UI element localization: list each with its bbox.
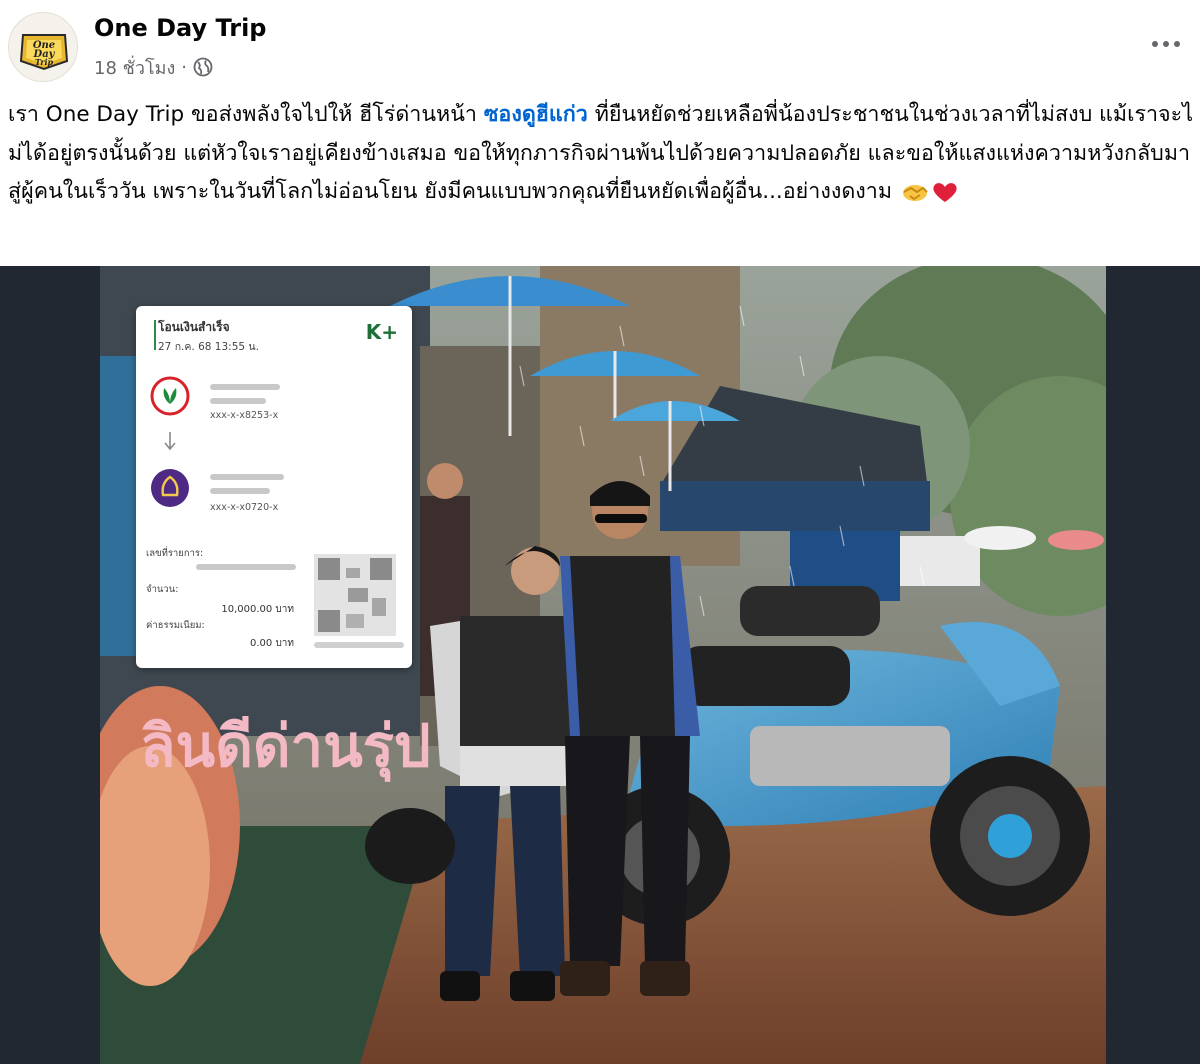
- more-options-button[interactable]: [1144, 26, 1188, 62]
- qr-code-blurred-icon: [314, 554, 396, 636]
- slip-amount: 10,000.00 บาท: [221, 604, 294, 615]
- slip-fee: 0.00 บาท: [250, 638, 294, 649]
- mention-link[interactable]: ซองดูฮีแก่ว: [484, 102, 588, 127]
- post-caption: เรา One Day Trip ขอส่งพลังใจไปให้ ฮีโร่ด…: [8, 96, 1194, 212]
- post-timestamp[interactable]: 18 ชั่วโมง: [94, 53, 175, 82]
- slip-accent-line: [154, 320, 156, 350]
- kplus-logo: K+: [365, 320, 398, 344]
- transfer-slip: โอนเงินสำเร็จ 27 ก.ค. 68 13:55 น. K+ xxx…: [136, 306, 412, 668]
- page-name[interactable]: One Day Trip: [94, 14, 266, 42]
- svg-text:ลินดีด่านรุ่ป: ลินดีด่านรุ่ป: [140, 712, 431, 783]
- svg-text:Trip: Trip: [35, 57, 54, 67]
- receiver-name-blurred: [210, 474, 284, 480]
- slip-amount-label: จำนวน:: [146, 584, 179, 595]
- sender-bank-blurred: [210, 398, 266, 404]
- page-avatar[interactable]: One Day Trip: [8, 12, 78, 82]
- handshake-emoji-icon: [902, 185, 928, 201]
- arrow-down-icon: [164, 432, 176, 451]
- qr-caption-blurred: [314, 642, 404, 648]
- sender-account: xxx-x-x8253-x: [210, 410, 279, 421]
- post-photo[interactable]: ลินดีด่านรุ่ป โอนเงินสำเร็จ 27 ก.ค. 68 1…: [0, 266, 1200, 1064]
- post-meta: 18 ชั่วโมง ·: [94, 54, 213, 80]
- post-header: One Day Trip One Day Trip 18 ชั่วโมง ·: [0, 0, 1200, 90]
- slip-ref-label: เลขที่รายการ:: [146, 548, 204, 559]
- receiver-account: xxx-x-x0720-x: [210, 502, 279, 513]
- caption-text-start: เรา One Day Trip ขอส่งพลังใจไปให้ ฮีโร่ด…: [8, 102, 484, 127]
- globe-icon[interactable]: [193, 57, 213, 77]
- sender-name-blurred: [210, 384, 280, 390]
- receiver-bank-blurred: [210, 488, 270, 494]
- red-heart-emoji-icon: [933, 183, 957, 202]
- meta-separator: ·: [181, 56, 188, 78]
- slip-date: 27 ก.ค. 68 13:55 น.: [158, 341, 259, 353]
- scb-logo-icon: [151, 469, 189, 507]
- ref-number-blurred: [196, 564, 296, 570]
- kbank-logo-icon: [150, 376, 190, 416]
- more-options-icon: [1152, 41, 1180, 47]
- one-day-trip-logo: One Day Trip: [10, 14, 77, 81]
- slip-title: โอนเงินสำเร็จ: [158, 320, 230, 334]
- slip-fee-label: ค่าธรรมเนียม:: [146, 620, 205, 631]
